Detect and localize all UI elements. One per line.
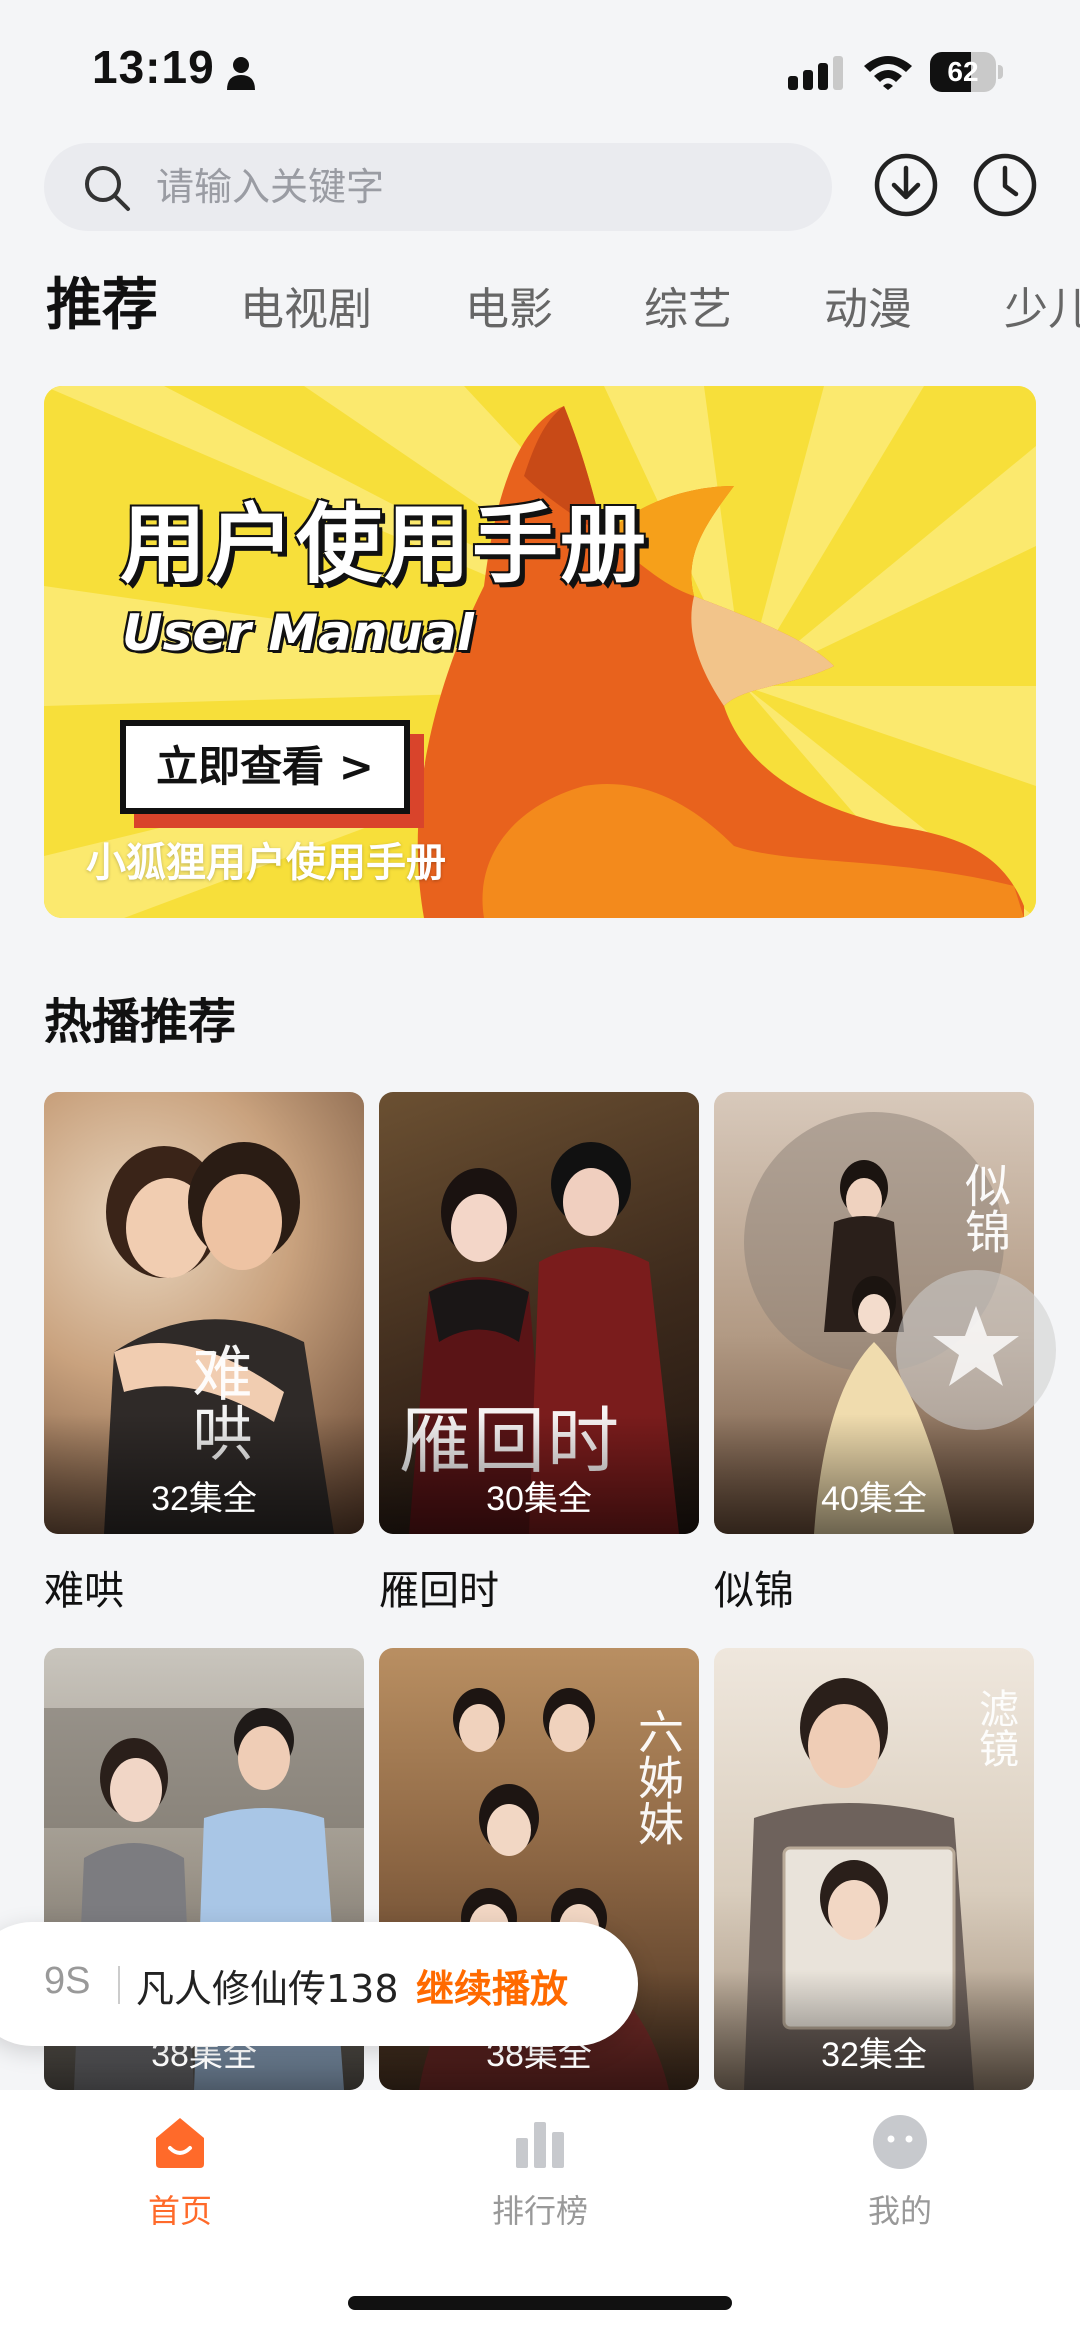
tab-variety[interactable]: 综艺 bbox=[644, 280, 732, 340]
episode-count: 30集全 bbox=[486, 1480, 592, 1518]
cellular-signal-icon bbox=[788, 56, 843, 90]
drama-title: 雁回时 bbox=[379, 1568, 499, 1614]
person-icon bbox=[227, 57, 255, 90]
tab-recommend[interactable]: 推荐 bbox=[46, 272, 158, 340]
banner-caption: 小狐狸用户使用手册 bbox=[86, 840, 446, 886]
home-icon bbox=[156, 2118, 204, 2168]
tab-tv-series[interactable]: 电视剧 bbox=[240, 280, 372, 340]
continue-play-button[interactable]: 继续播放 bbox=[416, 1958, 568, 2013]
banner-subtitle: User Manual bbox=[122, 604, 474, 662]
poster-image: 难哄 32集全 bbox=[44, 1092, 364, 1534]
ranking-icon bbox=[516, 2122, 564, 2168]
nav-ranking-label: 排行榜 bbox=[491, 2192, 588, 2230]
battery-level-text: 62 bbox=[947, 56, 979, 87]
wifi-icon bbox=[864, 56, 912, 90]
promo-banner[interactable]: 用户使用手册 User Manual 立即查看 > 小狐狸用户使用手册 bbox=[44, 386, 1036, 918]
profile-icon bbox=[873, 2115, 927, 2169]
playback-time: 9S bbox=[44, 1960, 91, 2002]
poster-calligraphy: 六姊妹 bbox=[631, 1708, 685, 1846]
episode-count: 32集全 bbox=[821, 2036, 927, 2074]
search-icon bbox=[85, 166, 130, 211]
tab-anime[interactable]: 动漫 bbox=[824, 280, 912, 340]
download-icon[interactable] bbox=[873, 152, 939, 218]
nav-home[interactable]: 首页 bbox=[80, 2112, 280, 2242]
history-clock-icon[interactable] bbox=[972, 152, 1038, 218]
nav-home-label: 首页 bbox=[147, 2192, 212, 2230]
episode-count: 40集全 bbox=[821, 1480, 927, 1518]
poster-calligraphy: 似锦 bbox=[958, 1162, 1012, 1254]
poster-image: 滤镜 32集全 bbox=[714, 1648, 1034, 2090]
status-time: 13:19 bbox=[92, 41, 215, 93]
episode-count: 32集全 bbox=[151, 1480, 257, 1518]
nav-ranking[interactable]: 排行榜 bbox=[440, 2112, 640, 2242]
tab-movies[interactable]: 电影 bbox=[465, 280, 553, 340]
view-now-button[interactable]: 立即查看 > bbox=[120, 720, 410, 814]
category-tabs: 推荐 电视剧 电影 综艺 动漫 少儿 bbox=[0, 270, 1080, 350]
show-title: 凡人修仙传138 bbox=[136, 1967, 399, 2011]
section-title: 热播推荐 bbox=[44, 994, 237, 1050]
drama-title: 难哄 bbox=[44, 1568, 124, 1614]
tab-kids[interactable]: 少儿 bbox=[1004, 280, 1080, 340]
banner-headline: 用户使用手册 bbox=[120, 495, 648, 595]
battery-icon: 62 bbox=[930, 52, 1004, 92]
floating-star-button[interactable] bbox=[896, 1270, 1056, 1430]
drama-title: 似锦 bbox=[714, 1568, 794, 1614]
poster-calligraphy: 滤镜 bbox=[972, 1688, 1018, 1768]
divider bbox=[118, 1966, 120, 2004]
star-icon bbox=[933, 1306, 1019, 1386]
continue-watching-bar[interactable]: 9S 凡人修仙传138 继续播放 bbox=[0, 1922, 638, 2046]
home-indicator bbox=[348, 2296, 732, 2310]
view-now-label: 立即查看 > bbox=[156, 742, 374, 791]
search-placeholder: 请输入关键字 bbox=[156, 165, 385, 209]
status-bar: 13:19 62 bbox=[0, 0, 1080, 140]
nav-profile-label: 我的 bbox=[867, 2192, 932, 2230]
search-input[interactable]: 请输入关键字 bbox=[44, 143, 832, 231]
poster-image: 雁回时 30集全 bbox=[379, 1092, 699, 1534]
nav-profile[interactable]: 我的 bbox=[800, 2112, 1000, 2242]
